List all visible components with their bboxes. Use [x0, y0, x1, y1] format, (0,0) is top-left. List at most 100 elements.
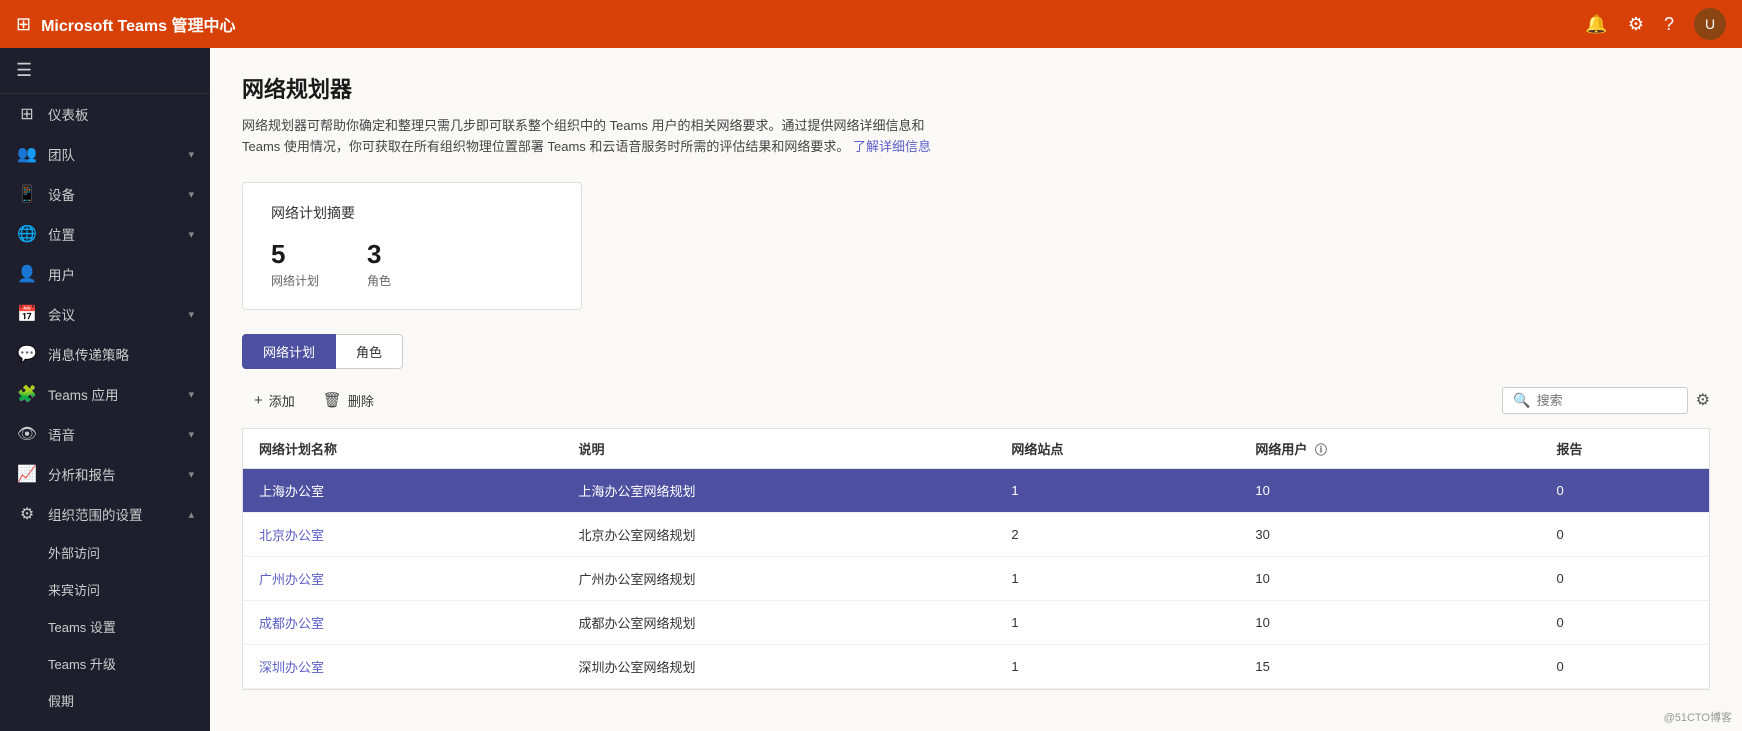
cell-report-2: 0 [1540, 556, 1709, 600]
watermark: @51CTO博客 [1664, 709, 1732, 725]
sidebar-item-teams[interactable]: 👥 团队 ▾ [0, 134, 210, 174]
cell-name-1[interactable]: 北京办公室 [243, 512, 563, 556]
sidebar-label-teams: 团队 [48, 144, 188, 164]
voice-icon: 👁 [16, 424, 38, 444]
sidebar: ☰ ⊞ 仪表板 👥 团队 ▾ 📱 设备 ▾ 🌐 位置 ▾ 👤 用户 📅 会议 [0, 48, 210, 731]
cell-sites-2: 1 [995, 556, 1239, 600]
sidebar-item-guest-access[interactable]: 来宾访问 [0, 571, 210, 608]
sidebar-item-voice[interactable]: 👁 语音 ▾ [0, 414, 210, 454]
table-row[interactable]: 广州办公室 广州办公室网络规划 1 10 0 [243, 556, 1709, 600]
sidebar-item-teams-upgrade[interactable]: Teams 升级 [0, 645, 210, 682]
settings-topbar-icon[interactable]: ⚙ [1628, 14, 1644, 35]
chevron-down-icon: ▾ [188, 148, 194, 161]
sidebar-item-org-settings[interactable]: ⚙ 组织范围的设置 ▴ [0, 494, 210, 534]
tab-network-plan[interactable]: 网络计划 [242, 334, 336, 369]
cell-sites-1: 2 [995, 512, 1239, 556]
teams-apps-icon: 🧩 [16, 384, 38, 404]
chevron-up-icon: ▴ [188, 508, 194, 521]
cell-name-0[interactable]: 上海办公室 [243, 468, 563, 512]
add-label: 添加 [269, 391, 295, 410]
sidebar-label-meeting: 会议 [48, 304, 188, 324]
sidebar-item-location[interactable]: 🌐 位置 ▾ [0, 214, 210, 254]
cell-desc-1: 北京办公室网络规划 [563, 512, 996, 556]
topbar-right: 🔔 ⚙ ? U [1585, 8, 1726, 40]
sidebar-label-teams-apps: Teams 应用 [48, 384, 188, 404]
table-row[interactable]: 深圳办公室 深圳办公室网络规划 1 15 0 [243, 644, 1709, 688]
grid-icon[interactable]: ⊞ [16, 14, 31, 35]
table-row[interactable]: 上海办公室 上海办公室网络规划 1 10 0 [243, 468, 1709, 512]
sidebar-item-meeting[interactable]: 📅 会议 ▾ [0, 294, 210, 334]
plan-count: 5 [271, 239, 319, 270]
plan-label: 网络计划 [271, 272, 319, 289]
summary-stats: 5 网络计划 3 角色 [271, 239, 553, 289]
sidebar-item-holidays[interactable]: 假期 [0, 682, 210, 719]
teams-icon: 👥 [16, 144, 38, 164]
dashboard-icon: ⊞ [16, 104, 38, 124]
sidebar-label-devices: 设备 [48, 184, 188, 204]
cell-users-1: 30 [1239, 512, 1540, 556]
cell-users-0: 10 [1239, 468, 1540, 512]
plan-stat: 5 网络计划 [271, 239, 319, 289]
sidebar-item-analytics[interactable]: 📈 分析和报告 ▾ [0, 454, 210, 494]
sidebar-header: ☰ [0, 48, 210, 94]
users-icon: 👤 [16, 264, 38, 284]
sidebar-label-analytics: 分析和报告 [48, 464, 188, 484]
delete-label: 删除 [348, 391, 374, 410]
column-settings-icon[interactable]: ⚙ [1696, 390, 1710, 410]
sidebar-item-teams-apps[interactable]: 🧩 Teams 应用 ▾ [0, 374, 210, 414]
cell-users-4: 15 [1239, 644, 1540, 688]
sidebar-item-users[interactable]: 👤 用户 [0, 254, 210, 294]
cell-sites-0: 1 [995, 468, 1239, 512]
topbar-left: ⊞ Microsoft Teams 管理中心 [16, 12, 236, 36]
topbar: ⊞ Microsoft Teams 管理中心 🔔 ⚙ ? U [0, 0, 1742, 48]
notification-icon[interactable]: 🔔 [1585, 14, 1607, 35]
tab-role[interactable]: 角色 [336, 334, 403, 369]
cell-desc-3: 成都办公室网络规划 [563, 600, 996, 644]
sidebar-item-external-access[interactable]: 外部访问 [0, 534, 210, 571]
sidebar-label-dashboard: 仪表板 [48, 104, 194, 124]
learn-more-link[interactable]: 了解详细信息 [853, 139, 931, 154]
cell-report-1: 0 [1540, 512, 1709, 556]
cell-report-4: 0 [1540, 644, 1709, 688]
sidebar-label-org-settings: 组织范围的设置 [48, 504, 188, 524]
summary-card: 网络计划摘要 5 网络计划 3 角色 [242, 182, 582, 310]
chevron-down-icon-5: ▾ [188, 388, 194, 401]
sidebar-item-devices[interactable]: 📱 设备 ▾ [0, 174, 210, 214]
sidebar-label-messaging: 消息传递策略 [48, 344, 194, 364]
analytics-icon: 📈 [16, 464, 38, 484]
sidebar-item-messaging[interactable]: 💬 消息传递策略 [0, 334, 210, 374]
role-label: 角色 [367, 272, 391, 289]
add-button[interactable]: + 添加 [242, 385, 307, 416]
info-icon: ⓘ [1315, 443, 1327, 457]
chevron-down-icon-7: ▾ [188, 468, 194, 481]
help-icon[interactable]: ? [1664, 14, 1674, 35]
chevron-down-icon-2: ▾ [188, 188, 194, 201]
add-icon: + [254, 392, 263, 409]
search-input[interactable] [1537, 393, 1677, 408]
hamburger-icon[interactable]: ☰ [16, 60, 32, 81]
col-users: 网络用户 ⓘ [1239, 429, 1540, 469]
messaging-icon: 💬 [16, 344, 38, 364]
col-report: 报告 [1540, 429, 1709, 469]
avatar[interactable]: U [1694, 8, 1726, 40]
sidebar-item-resource-accounts[interactable]: 资源帐户 [0, 719, 210, 731]
cell-report-0: 0 [1540, 468, 1709, 512]
sidebar-label-voice: 语音 [48, 424, 188, 444]
cell-name-4[interactable]: 深圳办公室 [243, 644, 563, 688]
role-count: 3 [367, 239, 391, 270]
cell-name-2[interactable]: 广州办公室 [243, 556, 563, 600]
sidebar-label-users: 用户 [48, 264, 194, 284]
page-description: 网络规划器可帮助你确定和整理只需几步即可联系整个组织中的 Teams 用户的相关… [242, 116, 942, 158]
search-box[interactable]: 🔍 [1502, 387, 1687, 414]
delete-button[interactable]: 🗑 删除 [311, 385, 386, 416]
col-sites: 网络站点 [995, 429, 1239, 469]
main-layout: ☰ ⊞ 仪表板 👥 团队 ▾ 📱 设备 ▾ 🌐 位置 ▾ 👤 用户 📅 会议 [0, 48, 1742, 731]
sidebar-item-dashboard[interactable]: ⊞ 仪表板 [0, 94, 210, 134]
cell-name-3[interactable]: 成都办公室 [243, 600, 563, 644]
table-row[interactable]: 成都办公室 成都办公室网络规划 1 10 0 [243, 600, 1709, 644]
table-row[interactable]: 北京办公室 北京办公室网络规划 2 30 0 [243, 512, 1709, 556]
content-area: 网络规划器 网络规划器可帮助你确定和整理只需几步即可联系整个组织中的 Teams… [210, 48, 1742, 731]
sidebar-item-teams-settings[interactable]: Teams 设置 [0, 608, 210, 645]
cell-desc-0: 上海办公室网络规划 [563, 468, 996, 512]
role-stat: 3 角色 [367, 239, 391, 289]
